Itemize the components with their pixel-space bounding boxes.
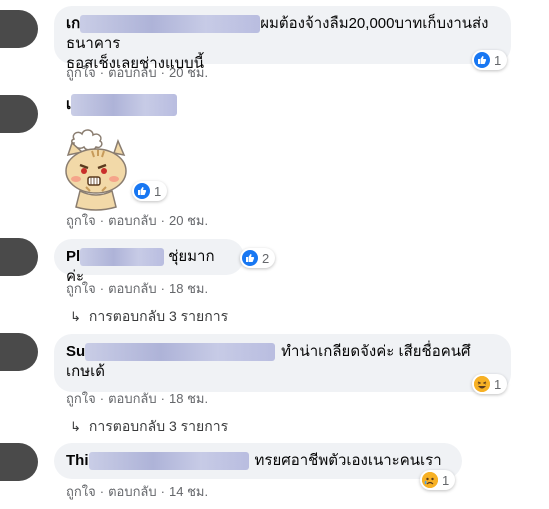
timestamp[interactable]: 20 ชม. — [169, 213, 208, 228]
blurred-name — [71, 94, 178, 117]
commenter-name-row: เ — [66, 92, 178, 117]
avatar[interactable] — [0, 443, 38, 481]
comment-actions: ถูกใจ · ตอบกลับ · 18 ชม. — [66, 281, 209, 296]
commenter-name[interactable]: Su — [66, 343, 85, 360]
reply-arrow-icon: ↳ — [70, 309, 81, 324]
blurred-name — [88, 452, 249, 471]
timestamp[interactable]: 20 ชม. — [169, 65, 208, 80]
blurred-name — [80, 15, 261, 34]
like-button[interactable]: ถูกใจ — [66, 281, 96, 296]
avatar[interactable] — [0, 333, 38, 371]
comment-actions: ถูกใจ · ตอบกลับ · 20 ชม. — [66, 213, 209, 228]
commenter-name[interactable]: Thi — [66, 452, 89, 469]
timestamp[interactable]: 18 ชม. — [169, 391, 208, 406]
reply-arrow-icon: ↳ — [70, 419, 81, 434]
comment-actions: ถูกใจ · ตอบกลับ · 14 ชม. — [66, 484, 209, 499]
reaction-summary[interactable]: 1 — [420, 470, 456, 490]
replies-count-label[interactable]: การตอบกลับ 3 รายการ — [89, 306, 228, 328]
like-icon — [474, 52, 490, 68]
like-icon — [134, 183, 150, 199]
reply-button[interactable]: ตอบกลับ — [108, 281, 157, 296]
angry-cat-sticker-icon — [65, 129, 127, 211]
comment-text: ทำน่าเกลียดจังค่ะ เสียชื่อคนศึ — [281, 343, 471, 360]
reply-button[interactable]: ตอบกลับ — [108, 391, 157, 406]
avatar[interactable] — [0, 10, 38, 48]
comment-text: เกษเด้ — [66, 363, 105, 380]
commenter-name[interactable]: เก — [66, 15, 80, 32]
reaction-count: 1 — [494, 376, 502, 392]
avatar[interactable] — [0, 238, 38, 276]
blurred-name — [80, 248, 165, 267]
timestamp[interactable]: 18 ชม. — [169, 281, 208, 296]
like-button[interactable]: ถูกใจ — [66, 65, 96, 80]
sad-icon — [422, 472, 438, 488]
comment-actions: ถูกใจ · ตอบกลับ · 18 ชม. — [66, 391, 209, 406]
reaction-summary[interactable]: 2 — [240, 248, 276, 268]
haha-icon — [474, 376, 490, 392]
comment-bubble: Su ทำน่าเกลียดจังค่ะ เสียชื่อคนศึ เกษเด้ — [54, 334, 511, 392]
blurred-name — [85, 343, 276, 362]
view-replies-link[interactable]: ↳ การตอบกลับ 3 รายการ — [70, 306, 228, 328]
reply-button[interactable]: ตอบกลับ — [108, 65, 157, 80]
commenter-name[interactable]: Pl — [66, 248, 80, 265]
view-replies-link[interactable]: ↳ การตอบกลับ 3 รายการ — [70, 416, 228, 438]
reply-button[interactable]: ตอบกลับ — [108, 484, 157, 499]
reaction-count: 1 — [494, 52, 502, 68]
avatar[interactable] — [0, 95, 38, 133]
comment-bubble: Thi ทรยศอาชีพตัวเองเนาะคนเรา — [54, 443, 462, 479]
reaction-summary[interactable]: 1 — [132, 181, 168, 201]
reaction-count: 1 — [442, 472, 450, 488]
comment-actions: ถูกใจ · ตอบกลับ · 20 ชม. — [66, 65, 209, 80]
reaction-count: 1 — [154, 183, 162, 199]
comment-bubble: เก ผมต้องจ้างลืม20,000บาทเก็บงานส่งธนาคาร… — [54, 6, 511, 72]
reply-button[interactable]: ตอบกลับ — [108, 213, 157, 228]
like-button[interactable]: ถูกใจ — [66, 484, 96, 499]
reaction-summary[interactable]: 1 — [472, 50, 508, 70]
sticker-image — [54, 125, 132, 211]
reaction-summary[interactable]: 1 — [472, 374, 508, 394]
reaction-count: 2 — [262, 250, 270, 266]
comment-bubble: Pl ชุ่ยมากค่ะ — [54, 239, 244, 285]
comment-text: ทรยศอาชีพตัวเองเนาะคนเรา — [254, 452, 442, 469]
like-button[interactable]: ถูกใจ — [66, 391, 96, 406]
like-button[interactable]: ถูกใจ — [66, 213, 96, 228]
replies-count-label[interactable]: การตอบกลับ 3 รายการ — [89, 416, 228, 438]
timestamp[interactable]: 14 ชม. — [169, 484, 208, 499]
like-icon — [242, 250, 258, 266]
